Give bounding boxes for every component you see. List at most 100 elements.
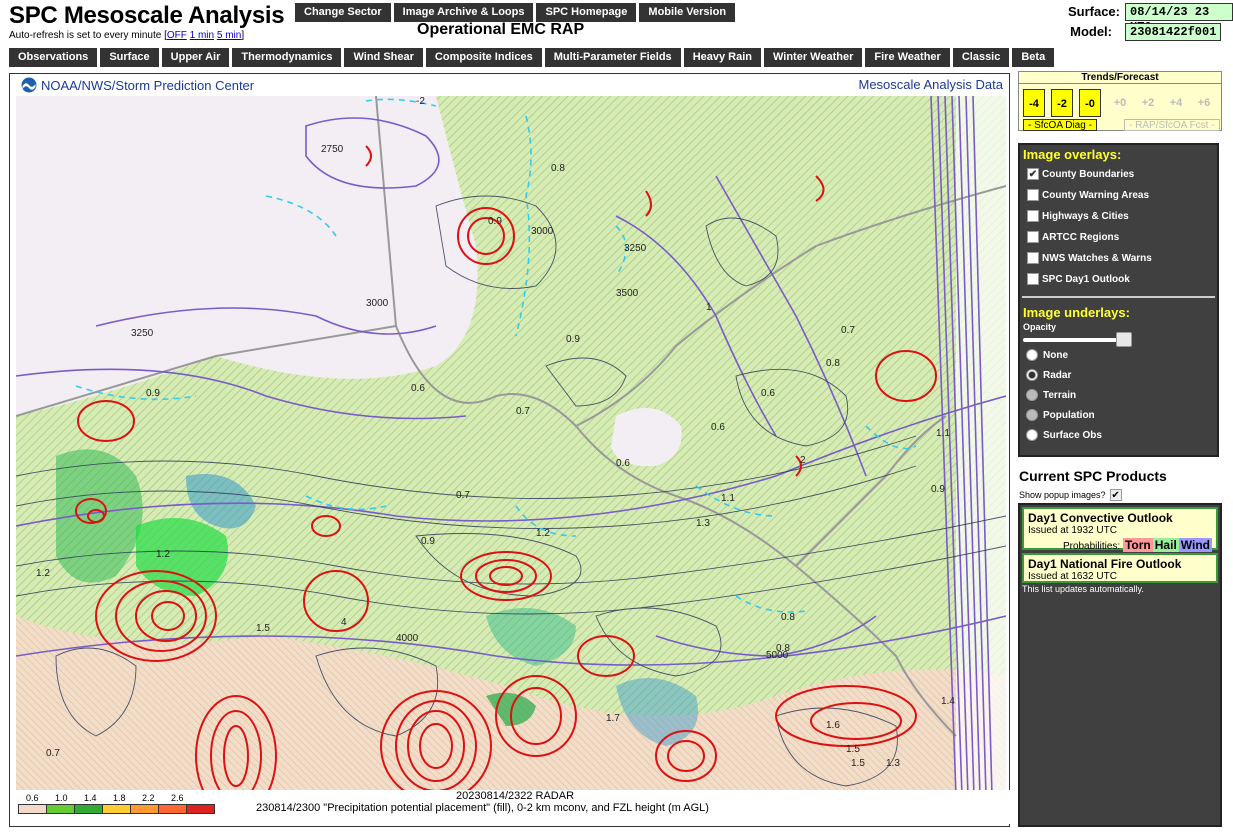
model-label: Model: <box>1070 24 1112 39</box>
contour-label: 1.7 <box>606 713 620 724</box>
menu-winter-weather[interactable]: Winter Weather <box>764 48 863 67</box>
overlay-spc-day1-outlook[interactable]: SPC Day1 Outlook <box>1027 273 1130 285</box>
refresh-prefix: Auto-refresh is set to every minute [ <box>9 30 167 41</box>
spc-products-panel: Day1 Convective Outlook Issued at 1932 U… <box>1018 503 1222 827</box>
legend-colorbar <box>18 804 215 814</box>
trend-minus2-button[interactable]: -2 <box>1051 89 1073 117</box>
menu-wind-shear[interactable]: Wind Shear <box>344 48 423 67</box>
image-archive-button[interactable]: Image Archive & Loops <box>393 3 534 22</box>
trend-minus0-button[interactable]: -0 <box>1079 89 1101 117</box>
checkbox-icon[interactable] <box>1027 273 1039 285</box>
contour-label: 3500 <box>616 288 639 299</box>
checkbox-icon[interactable] <box>1027 210 1039 222</box>
fire-issued: Issued at 1632 UTC <box>1028 571 1117 582</box>
page-title: SPC Mesoscale Analysis <box>9 2 285 29</box>
underlay-population: Population <box>1026 409 1095 421</box>
menu-observations[interactable]: Observations <box>9 48 98 67</box>
contour-label: 1.5 <box>846 744 860 755</box>
mobile-version-button[interactable]: Mobile Version <box>639 3 736 22</box>
underlay-radar[interactable]: Radar <box>1026 369 1071 381</box>
checkbox-icon[interactable] <box>1027 189 1039 201</box>
menu-upper-air[interactable]: Upper Air <box>161 48 230 67</box>
wind-prob-link[interactable]: Wind <box>1178 538 1212 552</box>
underlays-heading: Image underlays: <box>1023 305 1130 320</box>
noaa-spc-label: NOAA/NWS/Storm Prediction Center <box>41 77 255 93</box>
underlay-surface-obs[interactable]: Surface Obs <box>1026 429 1102 441</box>
sfcoa-diag-label: - SfcOA Diag - <box>1023 119 1097 131</box>
menu-heavy-rain[interactable]: Heavy Rain <box>683 48 761 67</box>
refresh-off-link[interactable]: OFF <box>167 30 187 41</box>
overlay-county-warning-areas[interactable]: County Warning Areas <box>1027 189 1149 201</box>
menu-beta[interactable]: Beta <box>1012 48 1055 67</box>
contour-label: 3250 <box>131 328 154 339</box>
popup-images-option[interactable]: Show popup images? ✔ <box>1019 489 1122 501</box>
probabilities-row: Probabilities: Torn Hail Wind <box>1028 538 1212 552</box>
trends-title: Trends/Forecast <box>1019 72 1221 84</box>
fire-outlook-title[interactable]: Day1 National Fire Outlook <box>1028 557 1212 571</box>
contour-label: 0.7 <box>516 406 530 417</box>
day1-convective-outlook-card[interactable]: Day1 Convective Outlook Issued at 1932 U… <box>1022 507 1218 552</box>
checkbox-checked-icon[interactable]: ✔ <box>1027 168 1039 180</box>
contour-label: 1.3 <box>886 758 900 769</box>
trend-minus4-button[interactable]: -4 <box>1023 89 1045 117</box>
underlay-label: Terrain <box>1043 389 1077 401</box>
contour-label: 0.9 <box>488 216 502 227</box>
change-sector-button[interactable]: Change Sector <box>295 3 391 22</box>
surface-time: 08/14/23 23 UTC <box>1125 3 1233 34</box>
trend-plus2-button: +2 <box>1141 97 1155 109</box>
radio-icon[interactable] <box>1026 349 1038 361</box>
menu-composite-indices[interactable]: Composite Indices <box>425 48 542 67</box>
trend-plus6-button: +6 <box>1197 97 1211 109</box>
contour-label: 0.9 <box>566 334 580 345</box>
mesoanalysis-map[interactable]: 2750 3000 3250 3000 3250 3500 0.9 0.8 0.… <box>16 96 1006 796</box>
radar-caption: 20230814/2322 RADAR <box>456 790 575 802</box>
radio-selected-icon[interactable] <box>1026 369 1038 381</box>
refresh-1min-link[interactable]: 1 min <box>190 30 214 41</box>
map-caption: 230814/2300 "Precipitation potential pla… <box>256 802 709 814</box>
contour-label: 3000 <box>531 226 554 237</box>
opacity-slider-handle[interactable] <box>1116 332 1132 347</box>
noaa-logo-icon <box>21 77 37 93</box>
popup-label: Show popup images? <box>1019 490 1106 500</box>
spc-homepage-button[interactable]: SPC Homepage <box>536 3 637 22</box>
hail-prob-link[interactable]: Hail <box>1152 538 1179 552</box>
checkbox-icon[interactable] <box>1027 252 1039 264</box>
trends-forecast-panel: Trends/Forecast -4 -2 -0 +0 +2 +4 +6 - S… <box>1018 71 1222 131</box>
legend-swatch <box>74 804 103 814</box>
legend-swatch <box>158 804 187 814</box>
day1-fire-outlook-card[interactable]: Day1 National Fire Outlook Issued at 163… <box>1022 553 1218 583</box>
underlay-none[interactable]: None <box>1026 349 1068 361</box>
overlay-nws-watches-warns[interactable]: NWS Watches & Warns <box>1027 252 1152 264</box>
menu-multi-parameter[interactable]: Multi-Parameter Fields <box>544 48 681 67</box>
legend-swatch <box>102 804 131 814</box>
checkbox-checked-icon[interactable]: ✔ <box>1109 489 1122 501</box>
contour-label: 4 <box>341 617 347 628</box>
opacity-slider-track[interactable] <box>1023 338 1127 342</box>
trend-plus0-button: +0 <box>1113 97 1127 109</box>
legend-tick: 2.2 <box>142 793 155 803</box>
legend-swatch <box>18 804 47 814</box>
underlay-label: None <box>1043 349 1068 361</box>
contour-label: 1.3 <box>696 518 710 529</box>
convective-outlook-title[interactable]: Day1 Convective Outlook <box>1028 511 1212 525</box>
menu-classic[interactable]: Classic <box>952 48 1010 67</box>
legend-tick: 0.6 <box>26 793 39 803</box>
refresh-5min-link[interactable]: 5 min <box>217 30 241 41</box>
torn-prob-link[interactable]: Torn <box>1122 538 1153 552</box>
refresh-suffix: ] <box>241 30 245 41</box>
auto-refresh-setting: Auto-refresh is set to every minute [OFF… <box>9 30 244 41</box>
menu-surface[interactable]: Surface <box>100 48 159 67</box>
legend-swatch <box>130 804 159 814</box>
overlay-highways-cities[interactable]: Highways & Cities <box>1027 210 1129 222</box>
image-options-panel: Image overlays: ✔ County Boundaries Count… <box>1018 143 1219 457</box>
overlay-artcc-regions[interactable]: ARTCC Regions <box>1027 231 1119 243</box>
checkbox-icon[interactable] <box>1027 231 1039 243</box>
menu-thermodynamics[interactable]: Thermodynamics <box>232 48 342 67</box>
legend-tick: 1.0 <box>55 793 68 803</box>
overlay-county-boundaries[interactable]: ✔ County Boundaries <box>1027 168 1134 180</box>
radio-icon[interactable] <box>1026 429 1038 441</box>
legend-tick: 1.8 <box>113 793 126 803</box>
contour-label: 0.7 <box>841 325 855 336</box>
menu-fire-weather[interactable]: Fire Weather <box>865 48 950 67</box>
contour-label: 1.4 <box>941 696 955 707</box>
